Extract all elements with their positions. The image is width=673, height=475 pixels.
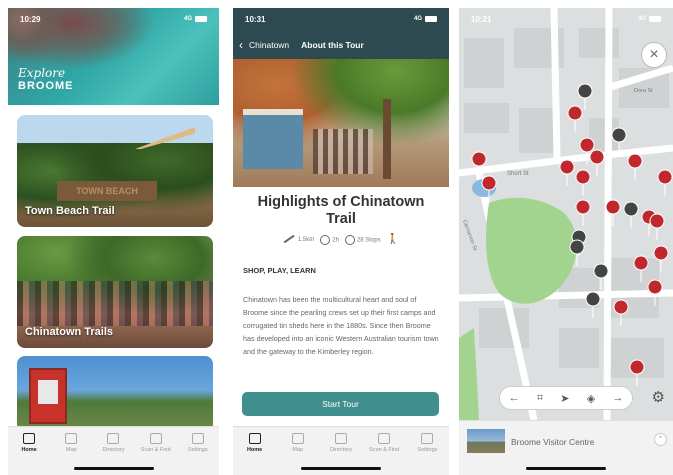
back-chevron-icon[interactable]: ‹ xyxy=(239,38,243,52)
status-bar: 10:29 4G xyxy=(8,8,219,30)
walking-icon: 🚶 xyxy=(386,234,400,245)
tour-photo xyxy=(233,59,449,187)
signal-label: 4G xyxy=(183,16,192,22)
visitor-centre-name: Broome Visitor Centre xyxy=(511,437,595,447)
battery-icon xyxy=(195,16,207,22)
nav-header: 10:31 4G ‹ Chinatown About this Tour xyxy=(233,8,449,59)
card-title: Chinatown Trails xyxy=(25,326,114,338)
map-icon xyxy=(65,433,78,444)
clock-icon xyxy=(320,234,331,245)
map-view[interactable]: Short St Carnarvon St Dora St 10:21 4G ×… xyxy=(459,8,673,420)
scan-icon xyxy=(149,433,162,444)
tour-description: Chinatown has been the multicultural hea… xyxy=(243,295,439,356)
directory-icon xyxy=(334,433,347,444)
directions-icon[interactable]: ◈ xyxy=(587,392,595,405)
home-icon xyxy=(248,433,261,444)
nav-title: About this Tour xyxy=(301,40,364,50)
home-indicator xyxy=(73,467,154,470)
gear-icon[interactable]: ⚙ xyxy=(652,388,665,406)
arrow-right-icon[interactable]: → xyxy=(612,392,623,404)
map-canvas: Short St Carnarvon St Dora St xyxy=(459,8,673,420)
tab-settings[interactable]: Settings xyxy=(178,433,218,475)
location-pin-icon xyxy=(344,234,355,245)
tour-stats: 1.5km 2h 28 Stops 🚶 xyxy=(233,234,449,245)
home-indicator xyxy=(526,467,606,470)
close-button[interactable]: × xyxy=(641,42,667,68)
street-label: Carnarvon St xyxy=(461,219,478,252)
scan-icon xyxy=(378,433,391,444)
directory-icon xyxy=(107,433,120,444)
navigate-icon[interactable]: ➤ xyxy=(560,392,569,405)
gear-icon xyxy=(421,433,434,444)
status-time: 10:29 xyxy=(20,14,41,24)
home-icon xyxy=(23,433,36,444)
chevron-up-icon[interactable]: ⌃ xyxy=(654,433,667,446)
tab-settings[interactable]: Settings xyxy=(407,433,447,475)
battery-icon xyxy=(425,16,437,22)
tour-detail-screen: 10:31 4G ‹ Chinatown About this Tour Hig… xyxy=(233,8,449,475)
tab-bar: Home Map Directory Scan & Find Settings xyxy=(8,426,219,475)
card-title: Town Beach Trail xyxy=(25,205,115,217)
back-button[interactable]: Chinatown xyxy=(249,40,289,50)
home-indicator xyxy=(301,467,381,470)
home-screen: 10:29 4G Explore BROOME TOWN BEACH Town … xyxy=(8,8,219,475)
town-beach-sign: TOWN BEACH xyxy=(57,181,157,201)
gear-icon xyxy=(191,433,204,444)
distance-icon xyxy=(283,234,295,243)
tab-home[interactable]: Home xyxy=(9,433,49,475)
trail-card-chinatown[interactable]: Chinatown Trails xyxy=(17,236,213,348)
status-bar: 10:21 4G xyxy=(459,8,673,30)
tab-home[interactable]: Home xyxy=(235,433,275,475)
explore-broome-logo: Explore BROOME xyxy=(18,66,74,92)
tour-title: Highlights of Chinatown Trail xyxy=(257,194,425,227)
tab-bar: Home Map Directory Scan & Find Settings xyxy=(233,426,449,475)
status-time: 10:21 xyxy=(471,14,492,24)
visitor-centre-panel[interactable]: Broome Visitor Centre ⌃ xyxy=(459,420,673,475)
frame-icon[interactable]: ⌗ xyxy=(537,392,543,405)
street-label: Short St xyxy=(507,171,529,177)
arrow-left-icon[interactable]: ← xyxy=(509,392,520,404)
street-label: Dora St xyxy=(634,88,653,94)
status-time: 10:31 xyxy=(245,14,266,24)
map-icon xyxy=(291,433,304,444)
map-toolbar: ← ⌗ ➤ ◈ → xyxy=(499,386,633,410)
map-screen: Short St Carnarvon St Dora St 10:21 4G ×… xyxy=(459,8,673,475)
section-heading: SHOP, PLAY, LEARN xyxy=(243,266,316,275)
visitor-centre-thumbnail xyxy=(467,429,505,453)
start-tour-button[interactable]: Start Tour xyxy=(242,392,439,416)
status-bar: 10:31 4G xyxy=(233,8,449,30)
trail-card-third[interactable] xyxy=(17,356,213,432)
battery-icon xyxy=(649,16,661,22)
trail-card-town-beach[interactable]: TOWN BEACH Town Beach Trail xyxy=(17,115,213,227)
